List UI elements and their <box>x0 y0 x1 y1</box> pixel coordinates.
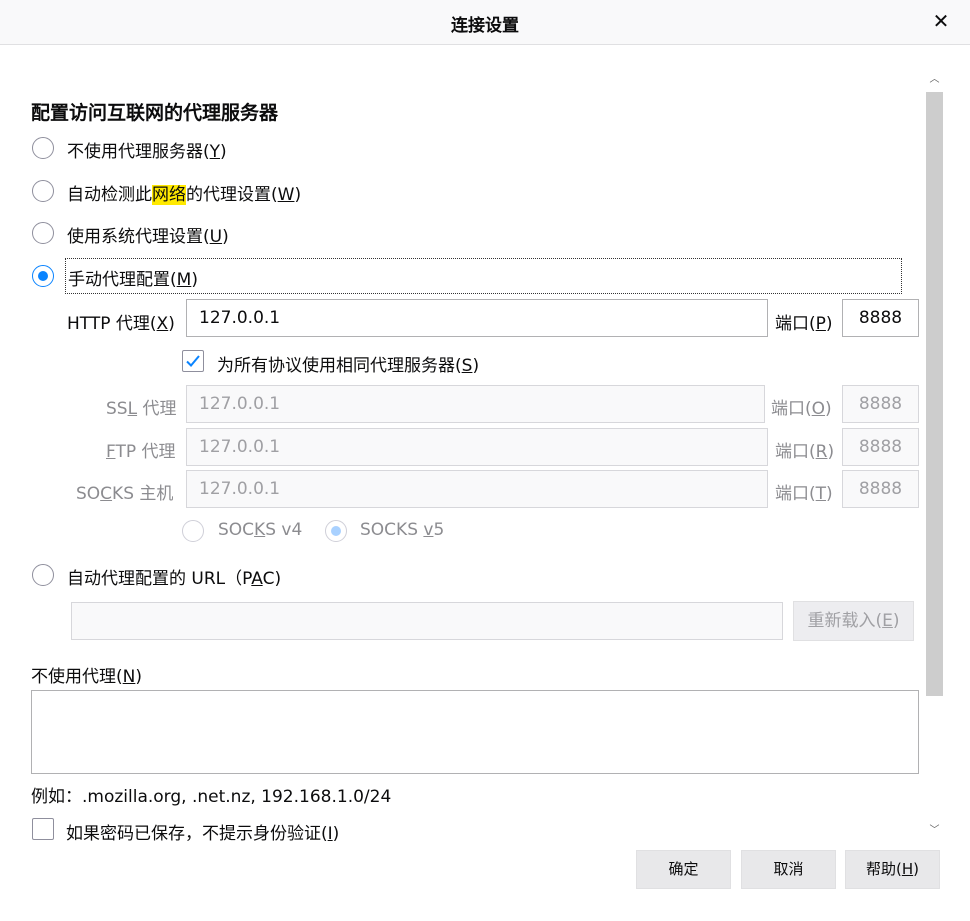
example-text: 例如：.mozilla.org, .net.nz, 192.168.1.0/24 <box>31 787 392 807</box>
search-highlight: 网络 <box>152 185 186 205</box>
http-proxy-input[interactable]: 127.0.0.1 <box>186 299 768 337</box>
radio-system-proxy[interactable] <box>32 222 54 244</box>
no-proxy-for-textarea[interactable] <box>31 690 919 774</box>
help-button[interactable]: 帮助(H) <box>845 850 940 889</box>
chevron-down-icon[interactable]: ﹀ <box>926 822 943 840</box>
option-system-proxy-label[interactable]: 使用系统代理设置(U) <box>67 222 229 247</box>
ssl-proxy-label: SSL 代理 <box>106 399 177 419</box>
pac-url-input[interactable] <box>71 602 783 640</box>
radio-socks-v5[interactable] <box>325 520 347 542</box>
ssl-port-input[interactable]: 8888 <box>842 385 919 423</box>
scrollbar-thumb[interactable] <box>926 92 943 696</box>
option-auto-detect-label[interactable]: 自动检测此网络的代理设置(W) <box>67 180 301 205</box>
http-proxy-label: HTTP 代理(X) <box>67 314 175 334</box>
http-port-input[interactable]: 8888 <box>842 299 919 337</box>
ftp-proxy-input[interactable]: 127.0.0.1 <box>186 428 768 466</box>
option-pac-label[interactable]: 自动代理配置的 URL（PAC) <box>67 564 281 589</box>
option-manual-proxy-label[interactable]: 手动代理配置(M) <box>68 265 198 290</box>
same-proxy-label[interactable]: 为所有协议使用相同代理服务器(S) <box>217 351 479 376</box>
radio-no-proxy[interactable] <box>32 137 54 159</box>
checkmark-icon <box>186 355 200 367</box>
radio-manual-proxy[interactable] <box>32 265 54 287</box>
option-no-proxy-label[interactable]: 不使用代理服务器(Y) <box>67 137 227 162</box>
ssl-port-label: 端口(O) <box>771 399 832 419</box>
socks-port-input[interactable]: 8888 <box>842 470 919 508</box>
same-proxy-checkbox[interactable] <box>182 350 204 372</box>
socks-host-input[interactable]: 127.0.0.1 <box>186 470 768 508</box>
radio-pac[interactable] <box>32 564 54 586</box>
radio-socks-v4[interactable] <box>182 520 204 542</box>
http-port-label: 端口(P) <box>775 314 833 334</box>
ssl-proxy-input[interactable]: 127.0.0.1 <box>186 385 765 423</box>
ftp-port-label: 端口(R) <box>775 442 835 462</box>
ftp-port-input[interactable]: 8888 <box>842 428 919 466</box>
dialog-title: 连接设置 <box>451 16 519 36</box>
section-heading: 配置访问互联网的代理服务器 <box>31 102 279 124</box>
radio-auto-detect[interactable] <box>32 180 54 202</box>
no-proxy-for-label: 不使用代理(N) <box>31 667 142 687</box>
cancel-button[interactable]: 取消 <box>741 850 836 889</box>
socks-host-label: SOCKS 主机 <box>76 484 174 504</box>
socks-port-label: 端口(T) <box>775 484 833 504</box>
socks-v5-label[interactable]: SOCKS v5 <box>360 520 444 540</box>
socks-v4-label[interactable]: SOCKS v4 <box>218 520 302 540</box>
chevron-up-icon[interactable]: ︿ <box>926 71 943 89</box>
ftp-proxy-label: FTP 代理 <box>106 442 176 462</box>
ok-button[interactable]: 确定 <box>636 850 731 889</box>
auth-label[interactable]: 如果密码已保存，不提示身份验证(I) <box>66 819 339 844</box>
close-icon[interactable]: ✕ <box>928 8 954 34</box>
reload-button[interactable]: 重新载入(E) <box>793 601 914 641</box>
auth-checkbox[interactable] <box>32 818 54 840</box>
